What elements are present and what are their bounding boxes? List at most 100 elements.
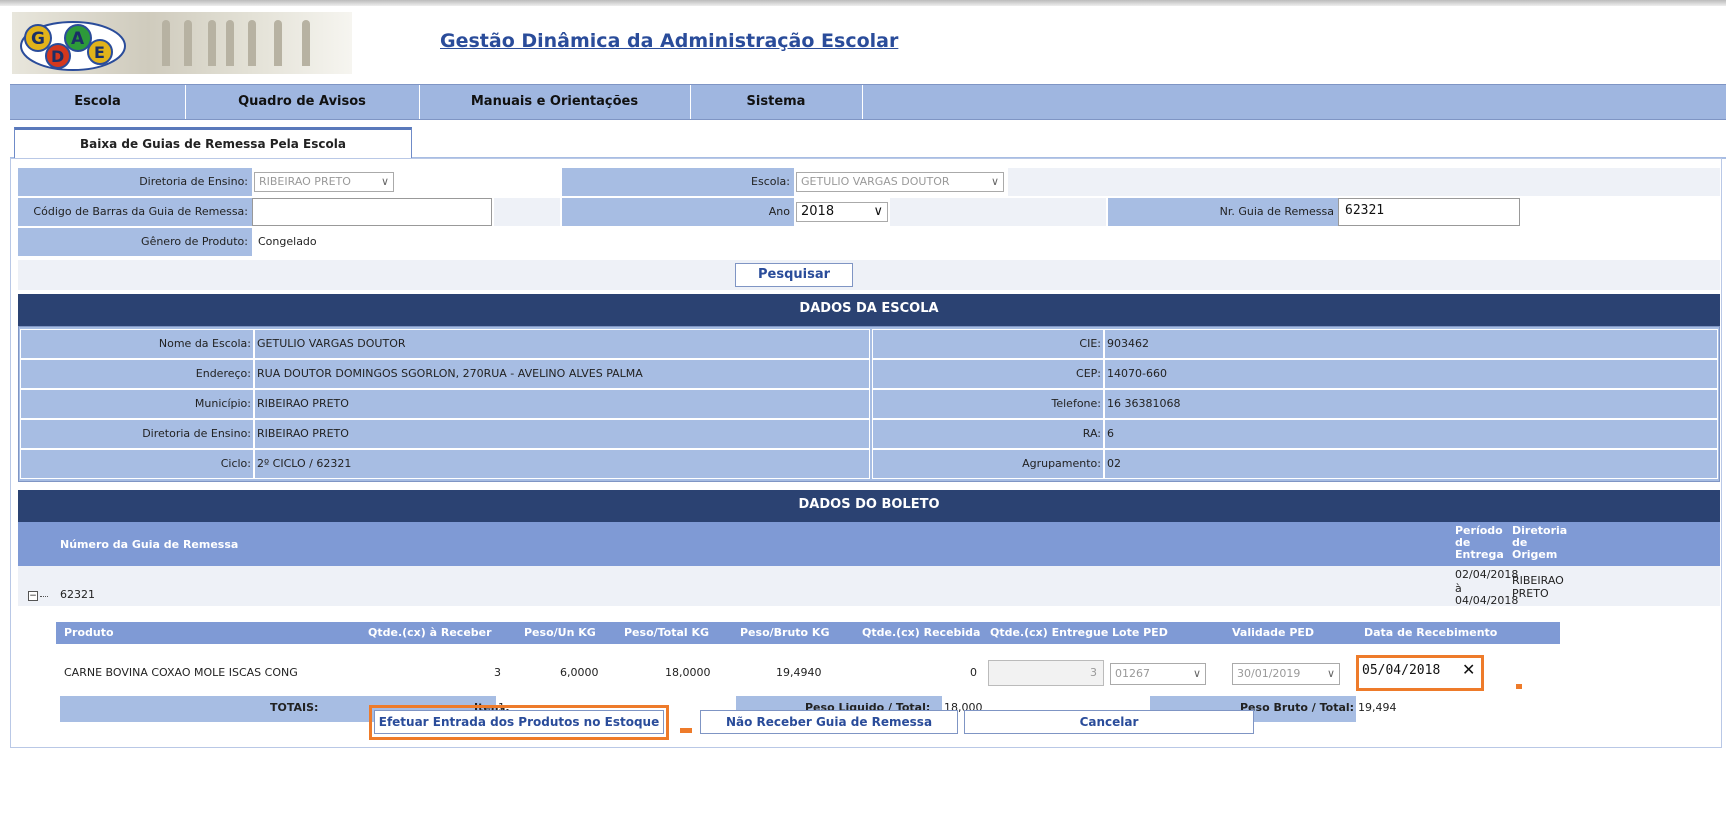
svg-text:D: D — [51, 47, 64, 66]
search-bar — [18, 260, 1720, 290]
school-value: GETULIO VARGAS DOUTOR — [254, 329, 870, 359]
cancelar-button[interactable]: Cancelar — [964, 710, 1254, 734]
nav-sistema[interactable]: Sistema — [690, 85, 863, 119]
diretoria-select[interactable]: RIBEIRAO PRETO ∨ — [254, 172, 394, 192]
col-qtde-recebida: Qtde.(cx) Recebida — [862, 626, 981, 639]
col-peso-un: Peso/Un KG — [524, 626, 596, 639]
col-qtde-receber: Qtde.(cx) à Receber — [368, 626, 492, 639]
school-label: Nome da Escola: — [20, 329, 254, 359]
svg-text:A: A — [71, 29, 85, 49]
school-label: RA: — [872, 419, 1104, 449]
school-value: RUA DOUTOR DOMINGOS SGORLON, 270RUA - AV… — [254, 359, 870, 389]
peso-bruto-value: 19,494 — [1358, 701, 1397, 714]
highlight-marker — [1516, 684, 1522, 689]
school-value: 16 36381068 — [1104, 389, 1718, 419]
school-value: RIBEIRAO PRETO — [254, 389, 870, 419]
school-label: Endereço: — [20, 359, 254, 389]
svg-text:E: E — [94, 43, 105, 62]
escola-select[interactable]: GETULIO VARGAS DOUTOR ∨ — [796, 172, 1004, 192]
col-periodo-entrega: Período de Entrega — [1455, 524, 1504, 561]
school-label: Agrupamento: — [872, 449, 1104, 479]
clear-icon[interactable]: ✕ — [1462, 660, 1475, 679]
totais-label: TOTAIS: — [270, 701, 319, 714]
col-peso-total: Peso/Total KG — [624, 626, 710, 639]
col-peso-bruto: Peso/Bruto KG — [740, 626, 830, 639]
search-button[interactable]: Pesquisar — [735, 263, 853, 287]
data-recebimento-input[interactable]: 05/04/2018 — [1362, 663, 1440, 678]
diretoria-select-value: RIBEIRAO PRETO — [259, 175, 351, 188]
nav-escola[interactable]: Escola — [10, 85, 186, 119]
lote-select-value: 01267 — [1115, 667, 1150, 680]
school-value: 903462 — [1104, 329, 1718, 359]
peso-bruto-label: Peso Bruto / Total: — [1240, 701, 1355, 714]
escola-select-value: GETULIO VARGAS DOUTOR — [801, 175, 950, 188]
tree-line — [40, 596, 48, 597]
col-data-recebimento: Data de Recebimento — [1364, 626, 1498, 639]
periodo-end: 04/04/2018 — [1455, 594, 1519, 607]
item-produto: CARNE BOVINA COXAO MOLE ISCAS CONG — [64, 666, 298, 679]
item-qtde-receber: 3 — [494, 666, 501, 679]
periodo-start: 02/04/2018 — [1455, 568, 1519, 581]
school-label: CEP: — [872, 359, 1104, 389]
guia-number: 62321 — [60, 588, 95, 601]
validade-select[interactable]: 30/01/2019 ∨ — [1232, 663, 1340, 685]
nao-receber-button[interactable]: Não Receber Guia de Remessa — [700, 710, 958, 734]
school-label: Município: — [20, 389, 254, 419]
diretoria-origem-1: RIBEIRAO — [1512, 574, 1564, 587]
item-qtde-recebida: 0 — [970, 666, 977, 679]
ano-select-value: 2018 — [801, 204, 835, 219]
col-lote-ped: Lote PED — [1112, 626, 1168, 639]
guia-remessa-label: Nr. Guia de Remessa — [1108, 198, 1338, 226]
col-validade-ped: Validade PED — [1232, 626, 1315, 639]
collapse-icon[interactable]: − — [28, 591, 38, 601]
qtde-entregue-input[interactable]: 3 — [988, 660, 1104, 686]
filler — [1008, 168, 1720, 196]
chevron-down-icon: ∨ — [873, 204, 883, 219]
highlight-marker — [680, 728, 692, 733]
school-value: 02 — [1104, 449, 1718, 479]
chevron-down-icon: ∨ — [380, 175, 389, 188]
lote-select[interactable]: 01267 ∨ — [1110, 663, 1206, 685]
school-label: CIE: — [872, 329, 1104, 359]
school-value: 2º CICLO / 62321 — [254, 449, 870, 479]
school-value: RIBEIRAO PRETO — [254, 419, 870, 449]
efetuar-entrada-button[interactable]: Efetuar Entrada dos Produtos no Estoque — [374, 710, 664, 734]
main-nav: Escola Quadro de Avisos Manuais e Orient… — [10, 84, 1726, 120]
system-title[interactable]: Gestão Dinâmica da Administração Escolar — [440, 30, 898, 52]
section-dados-boleto: DADOS DO BOLETO — [18, 490, 1720, 522]
chevron-down-icon: ∨ — [990, 175, 999, 188]
codigo-barras-label: Código de Barras da Guia de Remessa: — [18, 198, 252, 226]
ano-select[interactable]: 2018 ∨ — [796, 202, 888, 222]
genero-value: Congelado — [254, 228, 560, 256]
filler — [494, 198, 560, 226]
nav-quadro-avisos[interactable]: Quadro de Avisos — [185, 85, 420, 119]
school-label: Ciclo: — [20, 449, 254, 479]
section-dados-escola: DADOS DA ESCOLA — [18, 294, 1720, 326]
filler — [890, 198, 1106, 226]
col-produto: Produto — [64, 626, 114, 639]
school-label: Diretoria de Ensino: — [20, 419, 254, 449]
tab-baixa-guias[interactable]: Baixa de Guias de Remessa Pela Escola — [14, 127, 412, 159]
school-value: 6 — [1104, 419, 1718, 449]
col-diretoria-origem: Diretoria de Origem — [1512, 524, 1568, 561]
chevron-down-icon: ∨ — [1326, 667, 1335, 680]
item-peso-bruto: 19,4940 — [776, 666, 822, 679]
escola-label: Escola: — [562, 168, 794, 196]
col-numero-guia: Número da Guia de Remessa — [60, 538, 239, 551]
genero-label: Gênero de Produto: — [18, 228, 252, 256]
diretoria-label: Diretoria de Ensino: — [18, 168, 252, 196]
guia-remessa-input[interactable]: 62321 — [1338, 198, 1520, 226]
validade-select-value: 30/01/2019 — [1237, 667, 1301, 680]
codigo-barras-input[interactable] — [252, 198, 492, 226]
item-peso-total: 18,0000 — [665, 666, 711, 679]
school-label: Telefone: — [872, 389, 1104, 419]
nav-manuais[interactable]: Manuais e Orientações — [419, 85, 691, 119]
school-value: 14070-660 — [1104, 359, 1718, 389]
diretoria-origem-2: PRETO — [1512, 587, 1549, 600]
chevron-down-icon: ∨ — [1192, 667, 1201, 680]
ano-label: Ano — [562, 198, 794, 226]
svg-text:G: G — [31, 29, 45, 49]
col-qtde-entregue: Qtde.(cx) Entregue — [990, 626, 1109, 639]
item-peso-un: 6,0000 — [560, 666, 599, 679]
gdae-logo: G D A E — [20, 21, 126, 71]
